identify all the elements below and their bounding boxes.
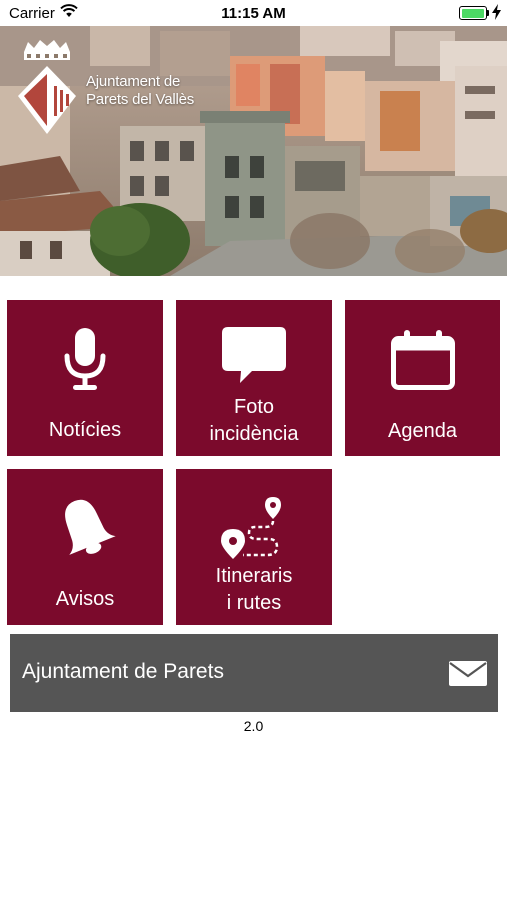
tile-itineraris-label-line1: Itineraris xyxy=(215,565,293,587)
tile-noticies-label: Notícies xyxy=(48,419,122,441)
tile-foto-label-line2: incidència xyxy=(209,423,299,445)
tile-itineraris-rutes[interactable]: Itineraris i rutes xyxy=(176,469,332,625)
route-map-icon xyxy=(176,497,332,559)
microphone-icon xyxy=(7,328,163,392)
tile-agenda-label: Agenda xyxy=(388,420,457,442)
status-time: 11:15 AM xyxy=(221,5,286,22)
contact-ajuntament-button[interactable]: Ajuntament de Parets xyxy=(10,634,498,712)
tile-avisos-label: Avisos xyxy=(55,588,115,610)
envelope-icon xyxy=(449,661,487,691)
logo-line-2: Parets del Vallès xyxy=(86,91,195,108)
status-bar: Carrier 11:15 AM xyxy=(0,0,507,26)
calendar-icon xyxy=(345,330,500,390)
municipality-name: Ajuntament de Parets del Vallès xyxy=(86,73,194,109)
contact-label: Ajuntament de Parets xyxy=(22,660,224,683)
battery-tip xyxy=(487,10,489,16)
tile-avisos[interactable]: Avisos xyxy=(7,469,163,625)
battery-icon xyxy=(459,6,487,20)
speech-bubble-icon xyxy=(176,327,332,383)
tile-foto-incidencia[interactable]: Foto incidència xyxy=(176,300,332,456)
battery-level xyxy=(461,8,484,18)
app-version: 2.0 xyxy=(243,718,264,734)
bell-icon xyxy=(7,495,163,559)
hero-town-photo: Ajuntament de Parets del Vallès xyxy=(0,26,507,276)
charging-bolt-icon xyxy=(492,4,501,25)
tile-agenda[interactable]: Agenda xyxy=(345,300,500,456)
logo-line-1: Ajuntament de xyxy=(86,73,181,90)
tile-foto-label-line1: Foto xyxy=(233,396,275,418)
tile-itineraris-label-line2: i rutes xyxy=(226,592,282,614)
tile-noticies[interactable]: Notícies xyxy=(7,300,163,456)
municipal-crest-icon xyxy=(14,38,80,136)
